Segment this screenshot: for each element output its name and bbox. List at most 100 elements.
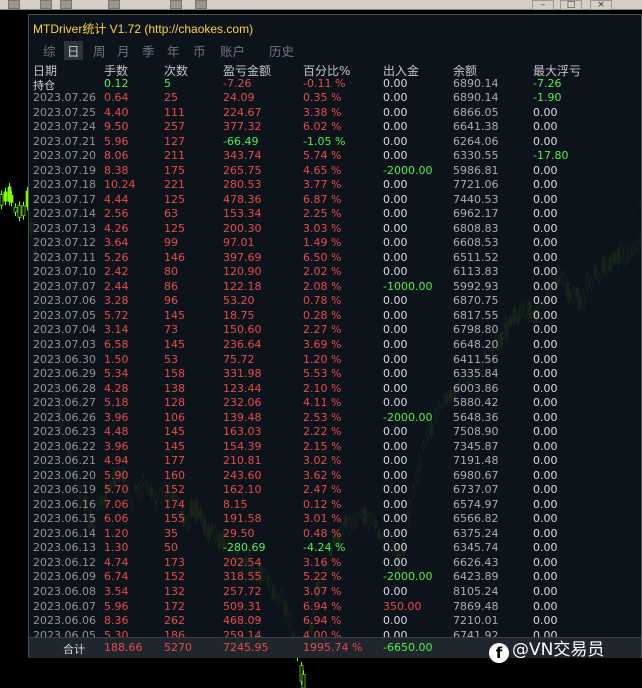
cell-date: 2023.07.10: [33, 265, 96, 279]
total-deposit: -6650.00: [383, 641, 433, 654]
cell-max-drawdown: 0.00: [533, 192, 558, 206]
cell-trades: 145: [164, 425, 185, 439]
table-row: 2023.06.12 4.74 173 202.54 3.16 % 0.00 6626.43…: [29, 556, 641, 571]
cell-lots: 4.74: [104, 555, 129, 569]
cell-max-drawdown: 0.00: [533, 308, 558, 322]
cell-lots: 5.70: [104, 483, 129, 497]
candle-body: [301, 674, 306, 688]
cell-balance: 8105.24: [453, 585, 499, 599]
cell-lots: 7.06: [104, 497, 129, 511]
table-row: 2023.07.18 10.24 221 280.53 3.77 % 0.00 7721.0…: [29, 178, 641, 193]
tab-2[interactable]: 日: [64, 41, 83, 60]
table-row: 2023.07.13 4.26 125 200.30 3.03 % 0.00 6808.83…: [29, 222, 641, 237]
cell-max-drawdown: 0.00: [533, 570, 558, 584]
cell-date: 2023.07.19: [33, 163, 96, 177]
cell-deposit: 0.00: [383, 555, 408, 569]
cell-trades: 221: [164, 178, 185, 192]
cell-pnl: 331.98: [223, 367, 262, 381]
cell-percent: 0.28 %: [303, 308, 342, 322]
cell-deposit: -2000.00: [383, 163, 433, 177]
cell-percent: -0.11 %: [303, 76, 346, 90]
cell-date: 2023.06.29: [33, 367, 96, 381]
cell-pnl: 509.31: [223, 599, 262, 613]
cell-deposit: 0.00: [383, 381, 408, 395]
cell-lots: 6.06: [104, 512, 129, 526]
cell-deposit: 0.00: [383, 367, 408, 381]
cell-trades: 146: [164, 250, 185, 264]
tab-5[interactable]: 季: [142, 41, 155, 60]
cell-date: 2023.07.06: [33, 294, 96, 308]
cell-pnl: 280.53: [223, 178, 262, 192]
cell-lots: 4.48: [104, 425, 129, 439]
table-row: 2023.06.22 3.96 145 154.39 2.15 % 0.00 7345.87…: [29, 440, 641, 455]
total-date: 合计: [63, 643, 85, 656]
tab-9[interactable]: 历史: [269, 41, 294, 60]
cell-trades: 262: [164, 614, 185, 628]
table-row: 2023.06.15 6.06 155 191.58 3.01 % 0.00 6566.82…: [29, 512, 641, 527]
facebook-icon: f: [489, 643, 509, 663]
cell-percent: 0.35 %: [303, 91, 342, 104]
minimize-icon[interactable]: –: [532, 0, 554, 10]
cell-max-drawdown: 0.00: [533, 497, 558, 511]
mtdriver-stats-panel: MTDriver统计 V1.72 (http://chaokes.com) 综日…: [28, 14, 642, 658]
cell-pnl: 468.09: [223, 614, 262, 628]
cell-max-drawdown: 0.00: [533, 614, 558, 628]
table-row: 2023.06.23 4.48 145 163.03 2.22 % 0.00 7508.90…: [29, 425, 641, 440]
table-row: 2023.06.07 5.96 172 509.31 6.94 % 350.00 7869.…: [29, 600, 641, 615]
tab-6[interactable]: 年: [167, 41, 180, 60]
cell-max-drawdown: 0.00: [533, 454, 558, 468]
cell-pnl: 123.44: [223, 381, 262, 395]
cell-pnl: 162.10: [223, 483, 262, 497]
cell-pnl: 377.32: [223, 120, 262, 134]
cell-max-drawdown: 0.00: [533, 120, 558, 134]
table-row: 2023.07.05 5.72 145 18.75 0.28 % 0.00 6817.55 0…: [29, 309, 641, 324]
tab-4[interactable]: 月: [117, 41, 130, 60]
cell-deposit: 0.00: [383, 91, 408, 104]
tab-8[interactable]: 账户: [220, 41, 245, 60]
cell-pnl: 202.54: [223, 555, 262, 569]
cell-deposit: 0.00: [383, 178, 408, 192]
tab-1[interactable]: 综: [43, 41, 56, 60]
toolbar-tool-icon[interactable]: [195, 0, 207, 9]
cell-trades: 211: [164, 149, 185, 163]
total-percent: 1995.74 %: [303, 641, 363, 654]
toolbar-tool-icon[interactable]: [40, 0, 52, 9]
tab-7[interactable]: 币: [193, 41, 206, 60]
table-row: 2023.07.20 8.06 211 343.74 5.74 % 0.00 6330.55…: [29, 149, 641, 164]
toolbar-tool-icon[interactable]: [8, 0, 20, 9]
toolbar-tool-icon[interactable]: [108, 0, 120, 9]
cell-lots: 0.12: [104, 76, 129, 90]
cell-percent: 2.10 %: [303, 381, 342, 395]
cell-trades: 25: [164, 91, 178, 104]
cell-max-drawdown: 0.00: [533, 279, 558, 293]
cell-pnl: 200.30: [223, 221, 262, 235]
table-row: 2023.07.26 0.64 25 24.09 0.35 % 0.00 6890.14 -1…: [29, 91, 641, 106]
cell-trades: 106: [164, 410, 185, 424]
cell-lots: 5.34: [104, 367, 129, 381]
maximize-icon[interactable]: □: [560, 0, 582, 10]
cell-pnl: 478.36: [223, 192, 262, 206]
cell-max-drawdown: 0.00: [533, 599, 558, 613]
cell-date: 2023.07.21: [33, 134, 96, 148]
cell-max-drawdown: 0.00: [533, 265, 558, 279]
cell-trades: 177: [164, 454, 185, 468]
cell-deposit: 0.00: [383, 250, 408, 264]
cell-percent: 6.50 %: [303, 250, 342, 264]
cell-date: 2023.06.21: [33, 454, 96, 468]
tab-3[interactable]: 周: [93, 41, 106, 60]
cell-percent: 2.25 %: [303, 207, 342, 221]
cell-trades: 172: [164, 599, 185, 613]
cell-trades: 125: [164, 221, 185, 235]
cell-lots: 4.44: [104, 192, 129, 206]
close-icon[interactable]: ×: [590, 0, 612, 10]
watermark-text: @VN交易员: [512, 640, 605, 660]
toolbar-tool-icon[interactable]: [170, 0, 182, 9]
terminal-toolbar: – □ ×: [0, 0, 642, 10]
toolbar-tool-icon[interactable]: [60, 0, 72, 9]
cell-deposit: 0.00: [383, 236, 408, 250]
cell-deposit: 0.00: [383, 120, 408, 134]
cell-date: 2023.06.22: [33, 439, 96, 453]
cell-date: 2023.06.09: [33, 570, 96, 584]
cell-max-drawdown: 0.00: [533, 352, 558, 366]
cell-trades: 160: [164, 468, 185, 482]
